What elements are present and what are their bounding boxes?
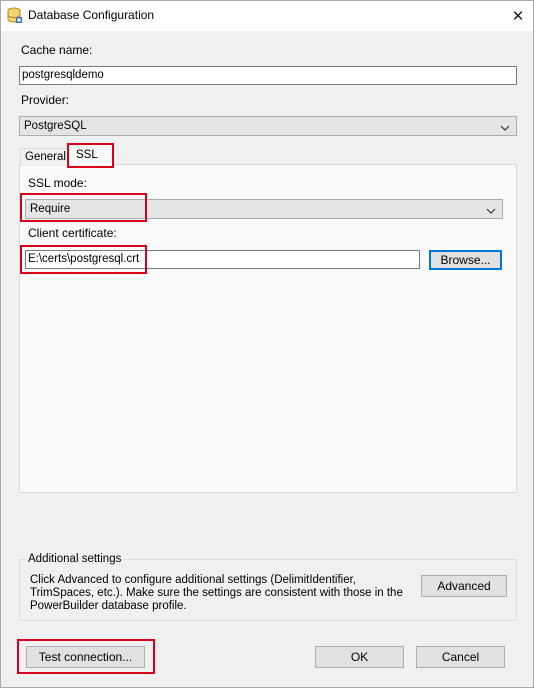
additional-settings-title: Additional settings (25, 553, 125, 565)
database-configuration-dialog: Database Configuration ✕ Cache name: pos… (0, 0, 534, 688)
cancel-button[interactable]: Cancel (416, 646, 505, 668)
ssl-mode-dropdown[interactable]: Require (25, 199, 503, 219)
chevron-down-icon (500, 121, 510, 131)
window-title: Database Configuration (28, 8, 155, 22)
ok-button[interactable]: OK (315, 646, 404, 668)
additional-settings-description: Click Advanced to configure additional s… (30, 574, 403, 612)
client-certificate-input[interactable]: E:\certs\postgresql.crt (25, 250, 420, 269)
client-certificate-label: Client certificate: (28, 226, 117, 240)
cache-name-input[interactable]: postgresqldemo (19, 66, 517, 85)
advanced-button[interactable]: Advanced (421, 575, 507, 597)
test-connection-button[interactable]: Test connection... (26, 646, 145, 668)
database-icon (7, 7, 23, 24)
cache-name-label: Cache name: (21, 43, 93, 57)
title-bar: Database Configuration ✕ (1, 1, 533, 31)
browse-button[interactable]: Browse... (429, 250, 502, 270)
tab-ssl[interactable]: SSL (67, 144, 113, 166)
tab-general[interactable]: General (20, 148, 68, 166)
ssl-mode-label: SSL mode: (28, 176, 87, 190)
provider-dropdown[interactable]: PostgreSQL (19, 116, 517, 136)
chevron-down-icon (486, 204, 496, 214)
provider-label: Provider: (21, 93, 70, 107)
provider-value: PostgreSQL (24, 120, 87, 132)
close-icon[interactable]: ✕ (503, 1, 533, 31)
ssl-mode-value: Require (30, 203, 71, 215)
